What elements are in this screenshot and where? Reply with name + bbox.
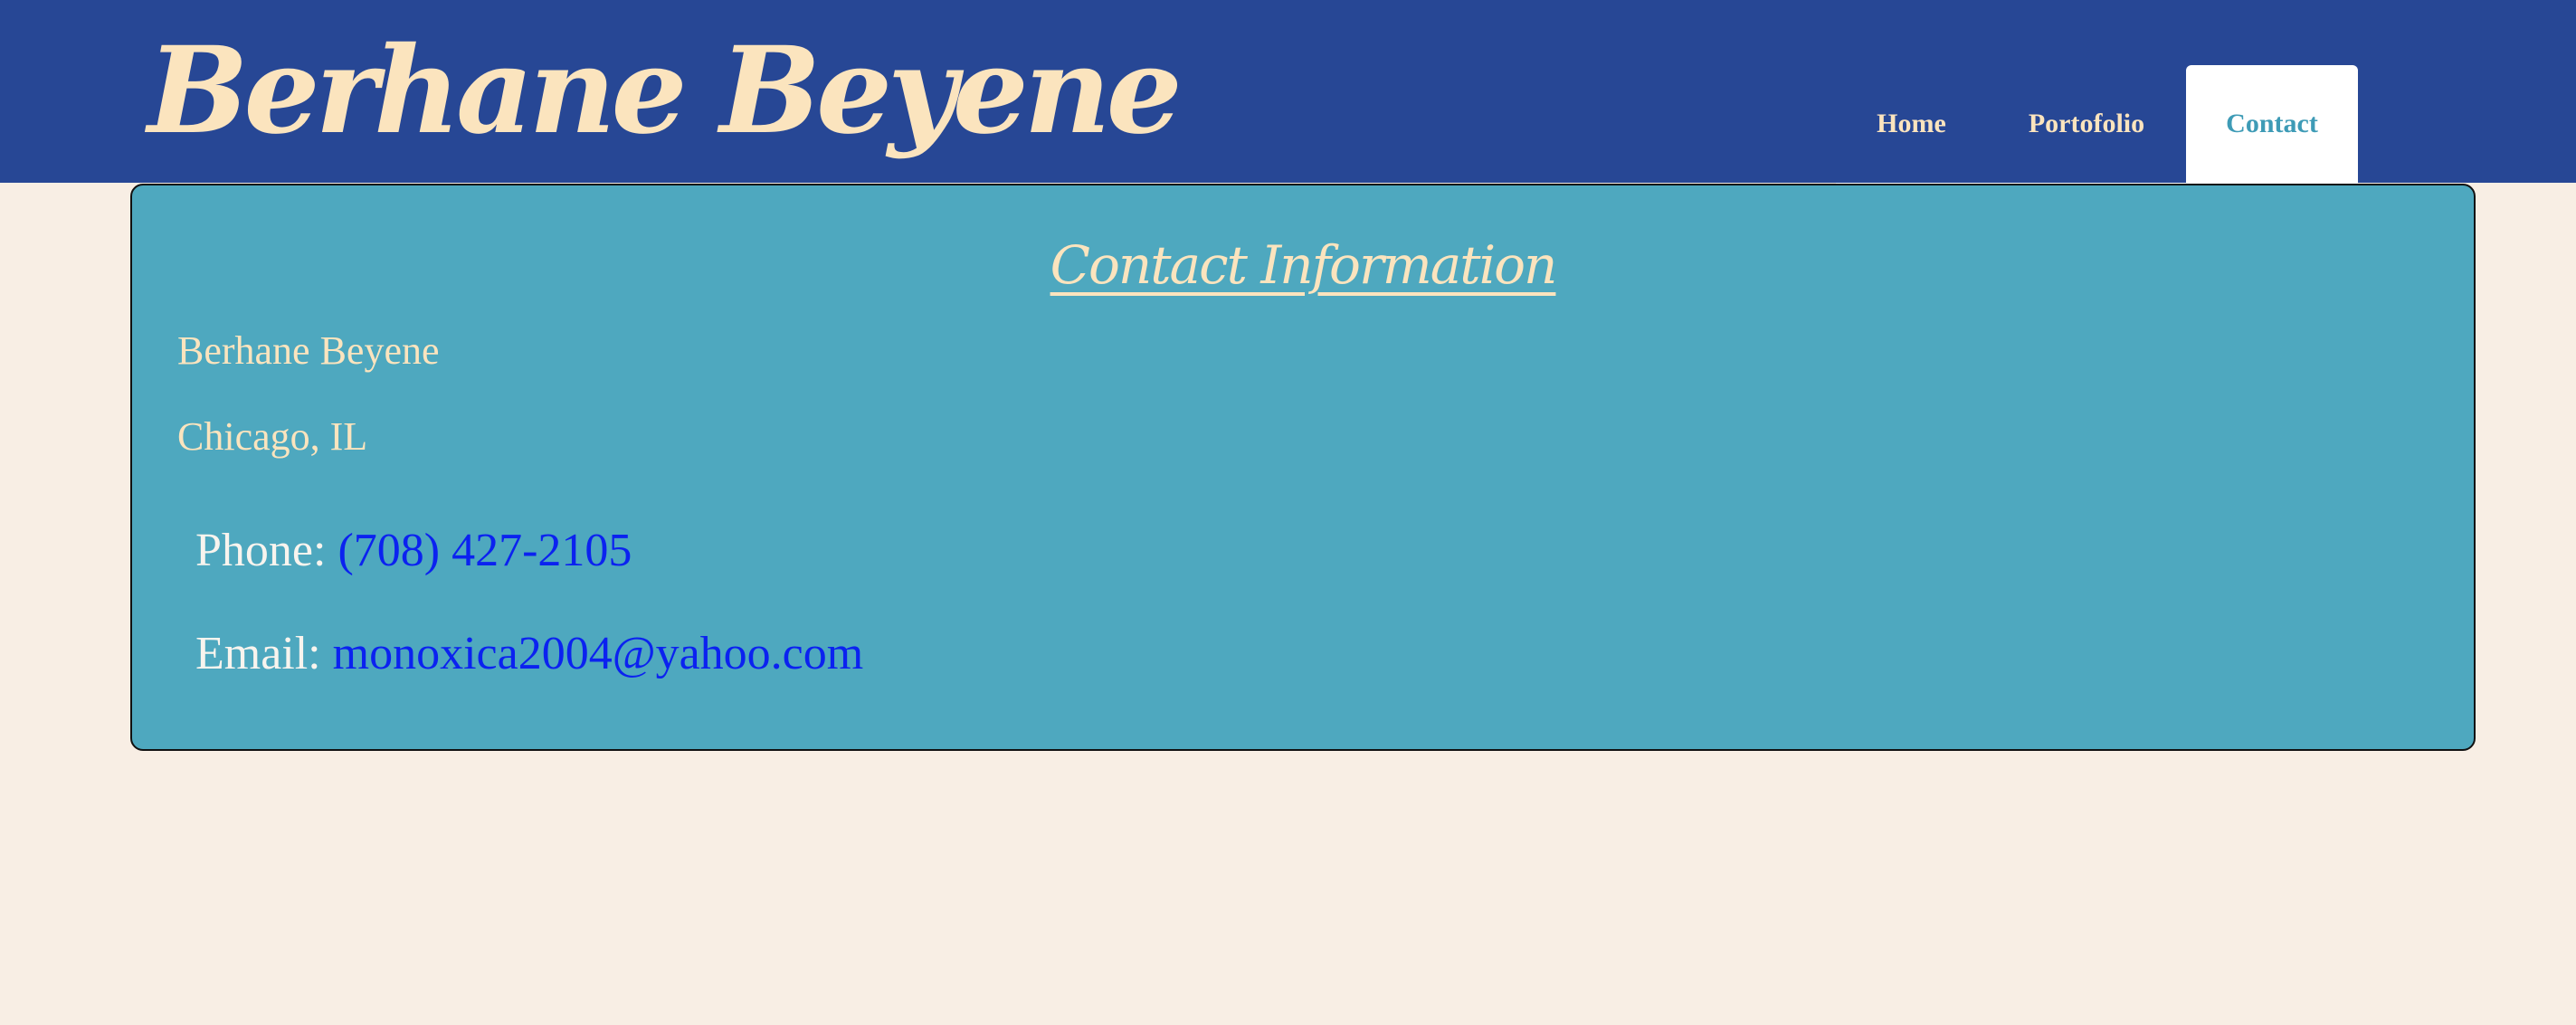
- email-label: Email:: [195, 628, 321, 679]
- contact-name: Berhane Beyene: [177, 328, 440, 373]
- nav-tab-portfolio[interactable]: Portofolio: [1987, 65, 2186, 183]
- site-header: Berhane Beyene Home Portofolio Contact: [0, 0, 2576, 185]
- contact-location: Chicago, IL: [177, 414, 368, 459]
- nav-tab-contact[interactable]: Contact: [2186, 65, 2358, 183]
- contact-heading: Contact Information: [1050, 234, 1558, 296]
- email-row: Email: monoxica2004@yahoo.com: [195, 625, 863, 683]
- phone-label: Phone:: [195, 525, 327, 576]
- phone-link[interactable]: (708) 427-2105: [337, 525, 632, 576]
- contact-card: Contact Information Berhane Beyene Chica…: [130, 184, 2476, 751]
- main-nav: Home Portofolio Contact: [1836, 65, 2358, 185]
- phone-row: Phone: (708) 427-2105: [195, 522, 632, 580]
- email-link[interactable]: monoxica2004@yahoo.com: [333, 628, 864, 679]
- site-title: Berhane Beyene: [147, 21, 1183, 161]
- nav-tab-home[interactable]: Home: [1836, 65, 1987, 183]
